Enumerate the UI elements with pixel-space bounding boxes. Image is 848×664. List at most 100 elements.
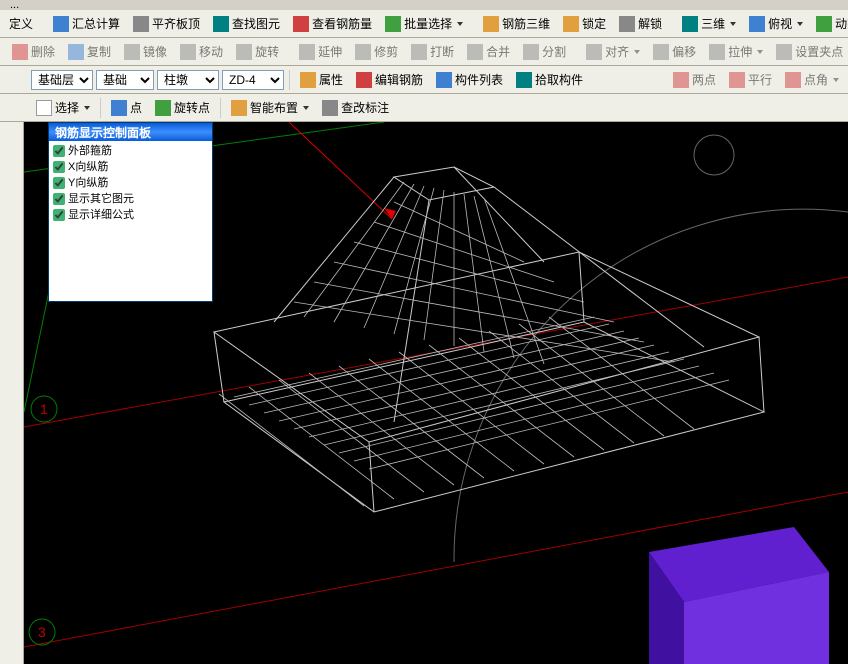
separator <box>220 98 221 118</box>
lock-icon <box>563 16 579 32</box>
smart-layout-btn[interactable]: 智能布置 <box>226 96 314 119</box>
property-icon <box>300 72 316 88</box>
angle-icon <box>785 72 801 88</box>
split-icon <box>523 44 539 60</box>
view-rebar-btn[interactable]: 查看钢筋量 <box>288 12 377 35</box>
topview-icon <box>749 16 765 32</box>
select-tool-btn[interactable]: 选择 <box>31 96 95 119</box>
chevron-down-icon <box>457 22 463 26</box>
chevron-down-icon <box>303 106 309 110</box>
separator <box>100 98 101 118</box>
unlock-btn[interactable]: 解锁 <box>614 12 667 35</box>
parallel-icon <box>729 72 745 88</box>
twopoint-icon <box>673 72 689 88</box>
sum-calc-btn[interactable]: 汇总计算 <box>48 12 125 35</box>
extend-icon <box>299 44 315 60</box>
move-btn[interactable]: 移动 <box>175 40 228 63</box>
toolbar-component: 基础层 基础 柱墩 ZD-4 属性 编辑钢筋 构件列表 拾取构件 两点 平行 点… <box>0 66 848 94</box>
annotate-icon <box>322 100 338 116</box>
separator <box>289 70 290 90</box>
panel-body: 外部箍筋 X向纵筋 Y向纵筋 显示其它图元 显示详细公式 <box>49 141 212 301</box>
setgrip-btn[interactable]: 设置夹点 <box>771 40 848 63</box>
stretch-icon <box>709 44 725 60</box>
point-angle-btn[interactable]: 点角 <box>780 68 844 91</box>
base-select[interactable]: 基础 <box>96 70 154 90</box>
rebar-display-panel[interactable]: 钢筋显示控制面板 外部箍筋 X向纵筋 Y向纵筋 显示其它图元 显示详细公式 <box>48 122 213 302</box>
edit-rebar-btn[interactable]: 编辑钢筋 <box>351 68 428 91</box>
find-element-btn[interactable]: 查找图元 <box>208 12 285 35</box>
rebar-3d-btn[interactable]: 钢筋三维 <box>478 12 555 35</box>
merge-icon <box>467 44 483 60</box>
zd-select[interactable]: ZD-4 <box>222 70 284 90</box>
break-icon <box>411 44 427 60</box>
viewport-3d[interactable]: 钢筋显示控制面板 外部箍筋 X向纵筋 Y向纵筋 显示其它图元 显示详细公式 1 <box>24 122 848 664</box>
cube3d-icon <box>682 16 698 32</box>
parallel-btn[interactable]: 平行 <box>724 68 777 91</box>
toolbar-main: 定义 汇总计算 平齐板顶 查找图元 查看钢筋量 批量选择 钢筋三维 锁定 解锁 … <box>0 10 848 38</box>
floor-select[interactable]: 基础层 <box>31 70 93 90</box>
move-icon <box>180 44 196 60</box>
point-icon <box>111 100 127 116</box>
chevron-down-icon <box>797 22 803 26</box>
list-icon <box>436 72 452 88</box>
toolbar-edit: 删除 复制 镜像 移动 旋转 延伸 修剪 打断 合并 分割 对齐 偏移 拉伸 设… <box>0 38 848 66</box>
offset-icon <box>653 44 669 60</box>
define-btn[interactable]: 定义 <box>4 12 38 35</box>
view-3d-btn[interactable]: 三维 <box>677 12 741 35</box>
annotate-btn[interactable]: 查改标注 <box>317 96 394 119</box>
orbit-icon <box>816 16 832 32</box>
grip-icon <box>776 44 792 60</box>
smart-icon <box>231 100 247 116</box>
merge-btn[interactable]: 合并 <box>462 40 515 63</box>
topview-btn[interactable]: 俯视 <box>744 12 808 35</box>
chk-show-formula[interactable]: 显示详细公式 <box>51 207 210 223</box>
main-container: 钢筋显示控制面板 外部箍筋 X向纵筋 Y向纵筋 显示其它图元 显示详细公式 1 <box>0 122 848 664</box>
rebar3d-icon <box>483 16 499 32</box>
attr-btn[interactable]: 属性 <box>295 68 348 91</box>
align-board-btn[interactable]: 平齐板顶 <box>128 12 205 35</box>
chevron-down-icon <box>833 78 839 82</box>
axis-label-1: 1 <box>40 401 48 417</box>
axis-label-3: 3 <box>38 624 46 640</box>
panel-titlebar[interactable]: 钢筋显示控制面板 <box>49 123 212 141</box>
chk-external-stirrup[interactable]: 外部箍筋 <box>51 143 210 159</box>
mirror-btn[interactable]: 镜像 <box>119 40 172 63</box>
split-btn[interactable]: 分割 <box>518 40 571 63</box>
component-list-btn[interactable]: 构件列表 <box>431 68 508 91</box>
toolbar-select: 选择 点 旋转点 智能布置 查改标注 <box>0 94 848 122</box>
point-tool-btn[interactable]: 点 <box>106 96 147 119</box>
rotpoint-btn[interactable]: 旋转点 <box>150 96 215 119</box>
mirror-icon <box>124 44 140 60</box>
unlock-icon <box>619 16 635 32</box>
batch-icon <box>385 16 401 32</box>
column-select[interactable]: 柱墩 <box>157 70 219 90</box>
delete-icon <box>12 44 28 60</box>
search-icon <box>213 16 229 32</box>
batch-select-btn[interactable]: 批量选择 <box>380 12 468 35</box>
chevron-down-icon <box>757 50 763 54</box>
rotate-btn[interactable]: 旋转 <box>231 40 284 63</box>
trim-btn[interactable]: 修剪 <box>350 40 403 63</box>
offset-btn[interactable]: 偏移 <box>648 40 701 63</box>
delete-btn[interactable]: 删除 <box>7 40 60 63</box>
chk-y-longitudinal[interactable]: Y向纵筋 <box>51 175 210 191</box>
two-point-btn[interactable]: 两点 <box>668 68 721 91</box>
chk-x-longitudinal[interactable]: X向纵筋 <box>51 159 210 175</box>
sigma-icon <box>53 16 69 32</box>
pick-icon <box>516 72 532 88</box>
pick-component-btn[interactable]: 拾取构件 <box>511 68 588 91</box>
extend-btn[interactable]: 延伸 <box>294 40 347 63</box>
rebar-qty-icon <box>293 16 309 32</box>
chevron-down-icon <box>730 22 736 26</box>
copy-btn[interactable]: 复制 <box>63 40 116 63</box>
chevron-down-icon <box>84 106 90 110</box>
lock-btn[interactable]: 锁定 <box>558 12 611 35</box>
orbit-btn[interactable]: 动态观察 <box>811 12 848 35</box>
board-icon <box>133 16 149 32</box>
chk-show-other[interactable]: 显示其它图元 <box>51 191 210 207</box>
break-btn[interactable]: 打断 <box>406 40 459 63</box>
stretch-btn[interactable]: 拉伸 <box>704 40 768 63</box>
align-btn[interactable]: 对齐 <box>581 40 645 63</box>
edit-rebar-icon <box>356 72 372 88</box>
left-gutter <box>0 122 24 664</box>
